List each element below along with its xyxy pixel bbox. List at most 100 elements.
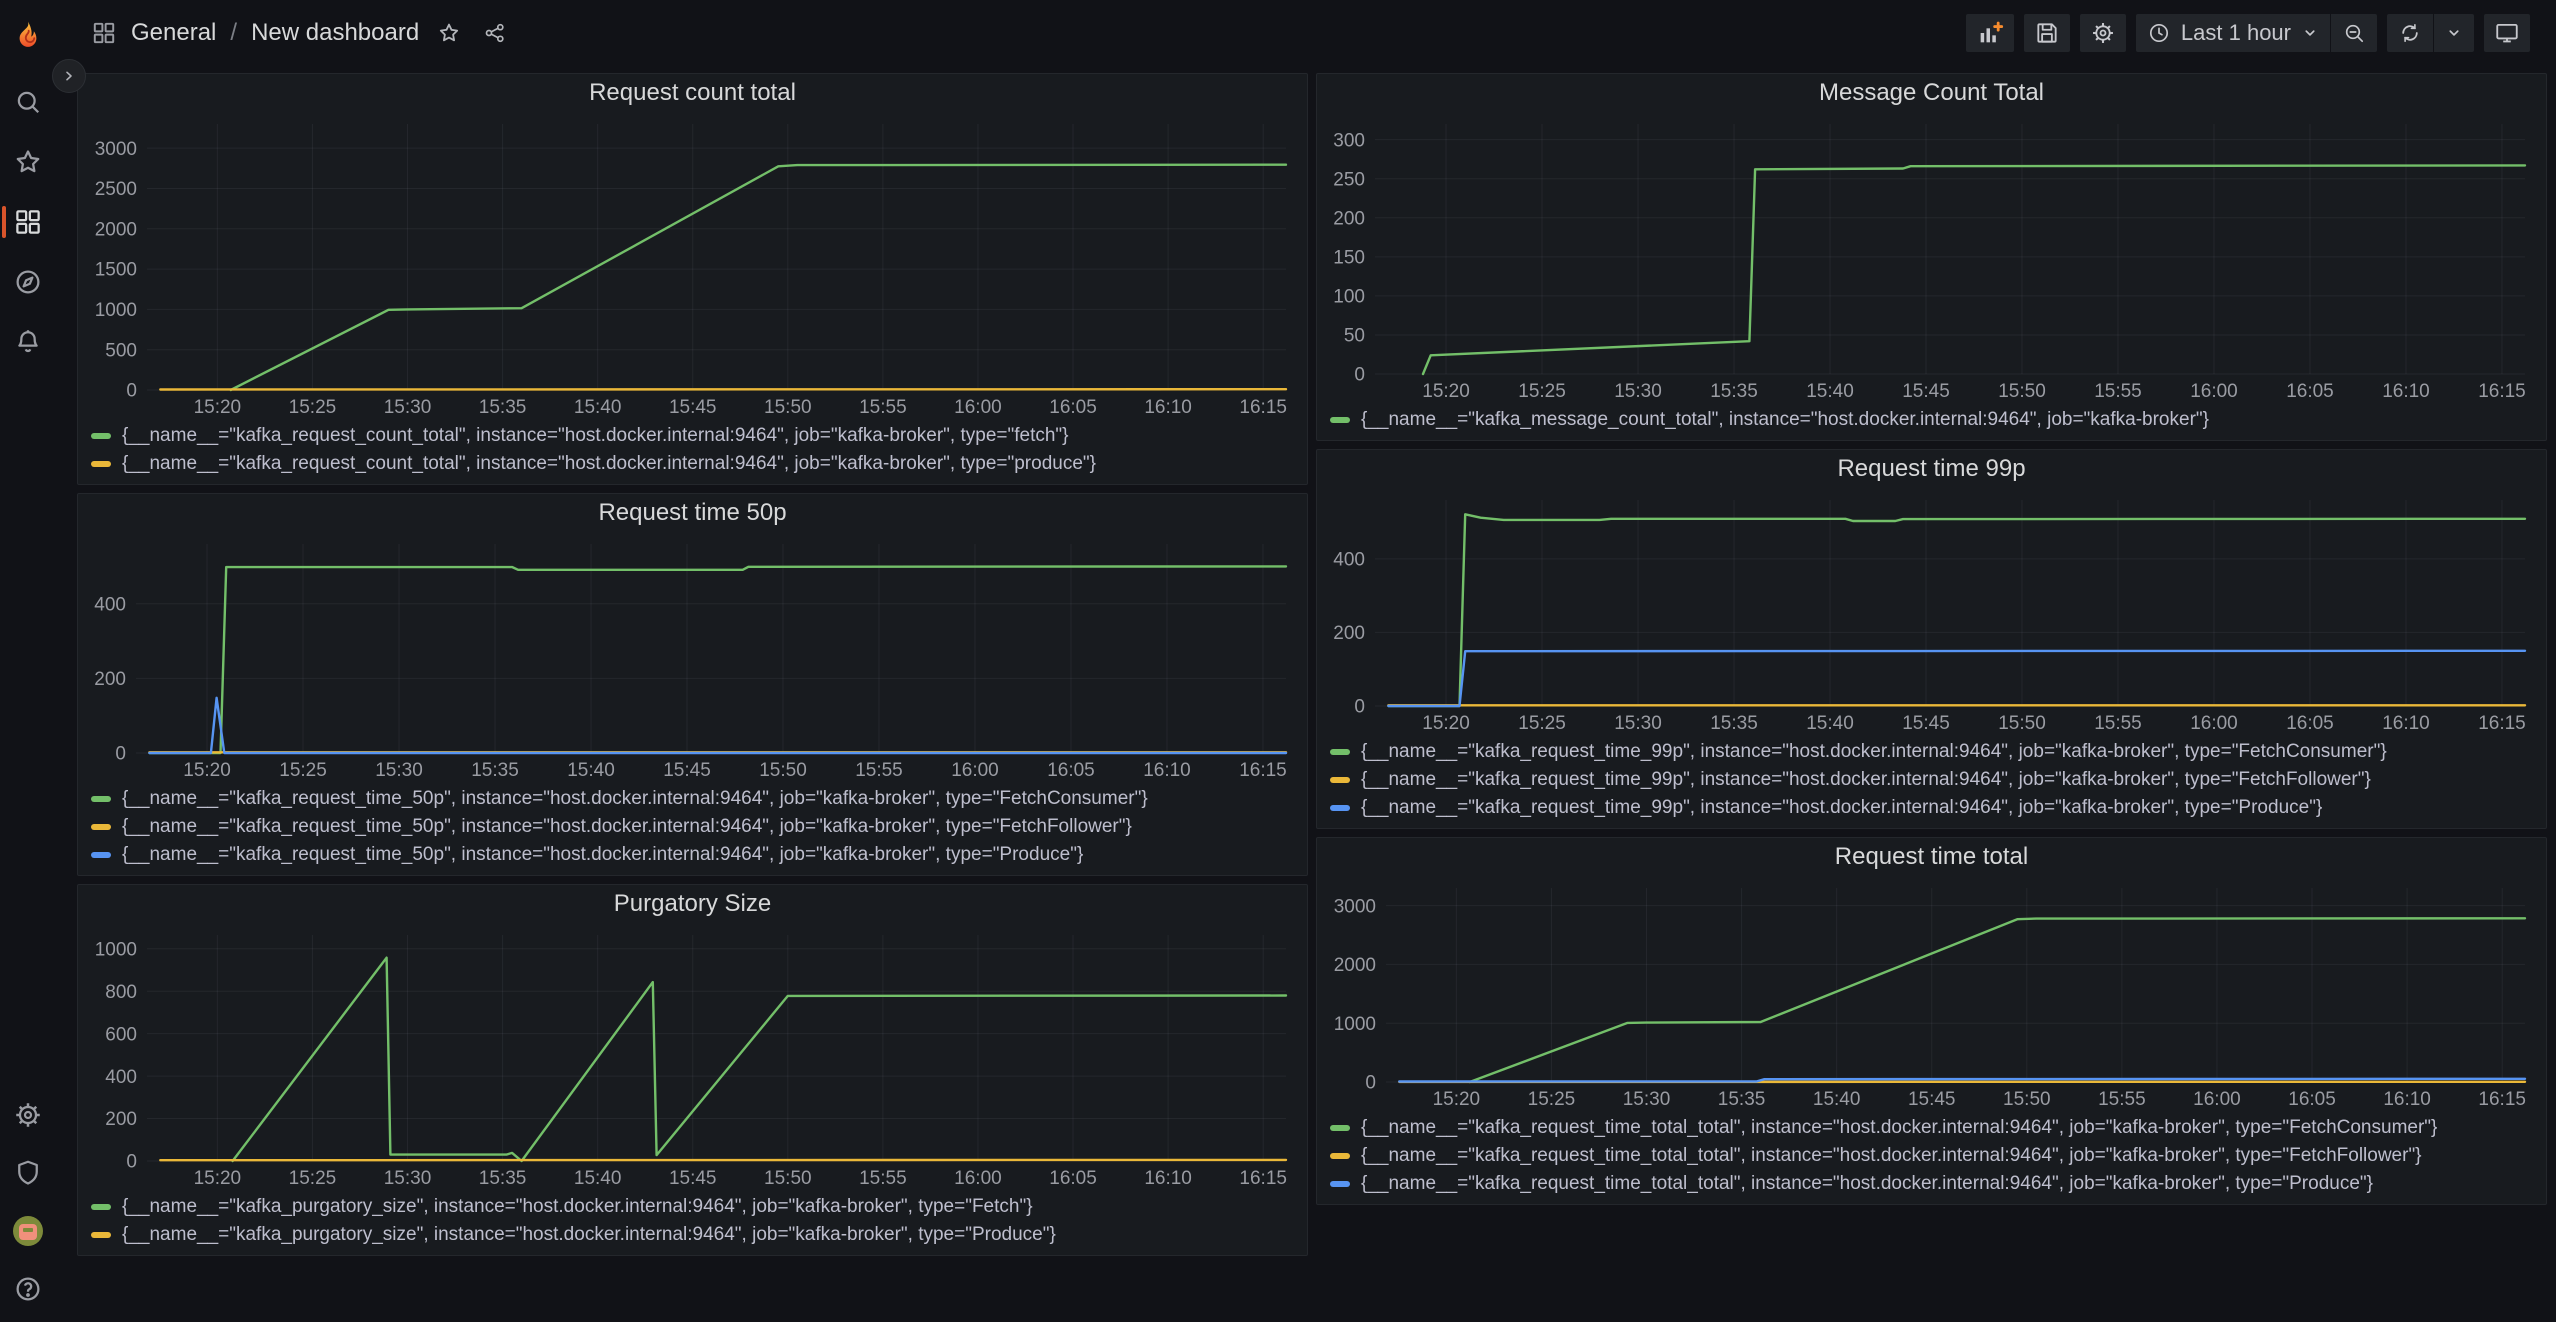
legend-item[interactable]: {__name__="kafka_purgatory_size", instan… <box>91 1221 1298 1249</box>
legend-item[interactable]: {__name__="kafka_request_time_99p", inst… <box>1330 766 2537 794</box>
refresh-dashboard-button[interactable] <box>2387 14 2433 52</box>
svg-text:400: 400 <box>94 594 126 615</box>
svg-text:1500: 1500 <box>95 260 137 281</box>
grafana-logo[interactable] <box>0 12 56 60</box>
time-series-chart[interactable]: 020040015:2015:2515:3015:3515:4015:4515:… <box>1326 486 2537 736</box>
svg-text:15:35: 15:35 <box>471 760 519 781</box>
legend-item[interactable]: {__name__="kafka_request_time_total_tota… <box>1330 1170 2537 1198</box>
legend-item[interactable]: {__name__="kafka_request_time_50p", inst… <box>91 813 1298 841</box>
legend-series-color <box>1330 1125 1350 1131</box>
refresh-interval-button[interactable] <box>2434 14 2474 52</box>
share-icon <box>483 21 507 45</box>
star-dashboard-button[interactable] <box>437 21 461 45</box>
svg-text:16:10: 16:10 <box>2383 1089 2431 1110</box>
legend-series-label: {__name__="kafka_request_time_99p", inst… <box>1361 741 2387 763</box>
panel-title[interactable]: Request time 50p <box>87 494 1298 530</box>
svg-text:15:50: 15:50 <box>759 760 807 781</box>
breadcrumb-dashboard-title[interactable]: New dashboard <box>251 19 419 47</box>
legend-item[interactable]: {__name__="kafka_request_time_total_tota… <box>1330 1114 2537 1142</box>
time-series-chart[interactable]: 05010015020025030015:2015:2515:3015:3515… <box>1326 110 2537 404</box>
sidebar-item-search[interactable] <box>0 72 56 132</box>
time-series-chart[interactable]: 010002000300015:2015:2515:3015:3515:4015… <box>1326 874 2537 1112</box>
shield-icon <box>13 1158 43 1188</box>
sidebar-item-configuration[interactable] <box>0 1086 56 1144</box>
svg-text:50: 50 <box>1344 326 1365 347</box>
legend-item[interactable]: {__name__="kafka_request_time_99p", inst… <box>1330 738 2537 766</box>
question-circle-icon <box>13 1274 43 1304</box>
avatar <box>13 1216 43 1246</box>
legend-item[interactable]: {__name__="kafka_request_count_total", i… <box>91 450 1298 478</box>
dashboard-settings-button[interactable] <box>2080 14 2126 52</box>
svg-text:15:55: 15:55 <box>859 1168 907 1189</box>
sidebar-expand-button[interactable] <box>52 59 86 93</box>
sidebar-item-profile[interactable] <box>0 1202 56 1260</box>
svg-text:15:25: 15:25 <box>1518 381 1566 402</box>
svg-text:16:15: 16:15 <box>2478 713 2526 734</box>
breadcrumb-separator: / <box>230 19 237 47</box>
gear-icon <box>2090 20 2116 46</box>
svg-text:16:05: 16:05 <box>1049 1168 1097 1189</box>
legend-item[interactable]: {__name__="kafka_request_time_total_tota… <box>1330 1142 2537 1170</box>
legend-item[interactable]: {__name__="kafka_message_count_total", i… <box>1330 406 2537 434</box>
legend-series-label: {__name__="kafka_request_count_total", i… <box>122 425 1069 447</box>
svg-text:400: 400 <box>1333 550 1365 571</box>
legend-item[interactable]: {__name__="kafka_purgatory_size", instan… <box>91 1193 1298 1221</box>
svg-text:15:50: 15:50 <box>2003 1089 2051 1110</box>
gear-icon <box>13 1100 43 1130</box>
svg-text:15:20: 15:20 <box>1422 713 1470 734</box>
panel-title[interactable]: Request count total <box>87 74 1298 110</box>
sidebar-item-alerting[interactable] <box>0 312 56 372</box>
share-dashboard-button[interactable] <box>483 21 507 45</box>
legend-series-label: {__name__="kafka_request_time_99p", inst… <box>1361 769 2371 791</box>
svg-text:600: 600 <box>105 1024 137 1045</box>
zoom-out-time-range-button[interactable] <box>2331 14 2377 52</box>
svg-text:800: 800 <box>105 982 137 1003</box>
cycle-view-mode-button[interactable] <box>2484 14 2530 52</box>
svg-text:16:00: 16:00 <box>954 1168 1002 1189</box>
save-dashboard-button[interactable] <box>2024 14 2070 52</box>
panel-title[interactable]: Purgatory Size <box>87 885 1298 921</box>
add-panel-button[interactable] <box>1966 14 2014 52</box>
svg-text:3000: 3000 <box>1334 896 1376 917</box>
legend-item[interactable]: {__name__="kafka_request_time_50p", inst… <box>91 841 1298 869</box>
svg-text:15:40: 15:40 <box>1806 713 1854 734</box>
panel-title[interactable]: Request time 99p <box>1326 450 2537 486</box>
panel-title[interactable]: Request time total <box>1326 838 2537 874</box>
add-panel-icon <box>1976 19 2004 47</box>
svg-text:15:55: 15:55 <box>2098 1089 2146 1110</box>
sidebar-item-explore[interactable] <box>0 252 56 312</box>
legend-item[interactable]: {__name__="kafka_request_time_99p", inst… <box>1330 794 2537 822</box>
time-series-chart[interactable]: 05001000150020002500300015:2015:2515:301… <box>87 110 1298 420</box>
refresh-icon <box>2398 21 2422 45</box>
legend-series-label: {__name__="kafka_request_time_99p", inst… <box>1361 797 2322 819</box>
legend-series-label: {__name__="kafka_request_time_50p", inst… <box>122 788 1148 810</box>
sidebar-item-dashboards[interactable] <box>0 192 56 252</box>
sidebar-item-starred[interactable] <box>0 132 56 192</box>
legend-item[interactable]: {__name__="kafka_request_count_total", i… <box>91 422 1298 450</box>
svg-text:15:35: 15:35 <box>479 1168 527 1189</box>
sidebar-item-server-admin[interactable] <box>0 1144 56 1202</box>
zoom-out-icon <box>2342 21 2366 45</box>
time-series-chart[interactable]: 020040015:2015:2515:3015:3515:4015:4515:… <box>87 530 1298 783</box>
svg-text:15:45: 15:45 <box>1902 713 1950 734</box>
grafana-dashboard: { "app": "Grafana", "colors": { "page_bg… <box>0 0 2556 1322</box>
svg-text:15:25: 15:25 <box>279 760 327 781</box>
time-range-button[interactable]: Last 1 hour <box>2136 14 2330 52</box>
legend-series-label: {__name__="kafka_request_count_total", i… <box>122 453 1096 475</box>
chart-legend: {__name__="kafka_message_count_total", i… <box>1326 404 2537 434</box>
time-series-chart[interactable]: 0200400600800100015:2015:2515:3015:3515:… <box>87 921 1298 1191</box>
breadcrumb-folder[interactable]: General <box>131 19 216 47</box>
svg-text:16:10: 16:10 <box>1144 397 1192 418</box>
panel-title[interactable]: Message Count Total <box>1326 74 2537 110</box>
svg-text:200: 200 <box>94 669 126 690</box>
legend-item[interactable]: {__name__="kafka_request_time_50p", inst… <box>91 785 1298 813</box>
svg-text:15:40: 15:40 <box>1806 381 1854 402</box>
svg-text:15:35: 15:35 <box>1710 381 1758 402</box>
sidebar-item-help[interactable] <box>0 1260 56 1318</box>
svg-text:15:25: 15:25 <box>1518 713 1566 734</box>
svg-text:15:25: 15:25 <box>289 1168 337 1189</box>
legend-series-label: {__name__="kafka_request_time_total_tota… <box>1361 1173 2373 1195</box>
svg-text:16:00: 16:00 <box>2193 1089 2241 1110</box>
grafana-flame-icon <box>11 19 45 53</box>
svg-text:15:35: 15:35 <box>479 397 527 418</box>
